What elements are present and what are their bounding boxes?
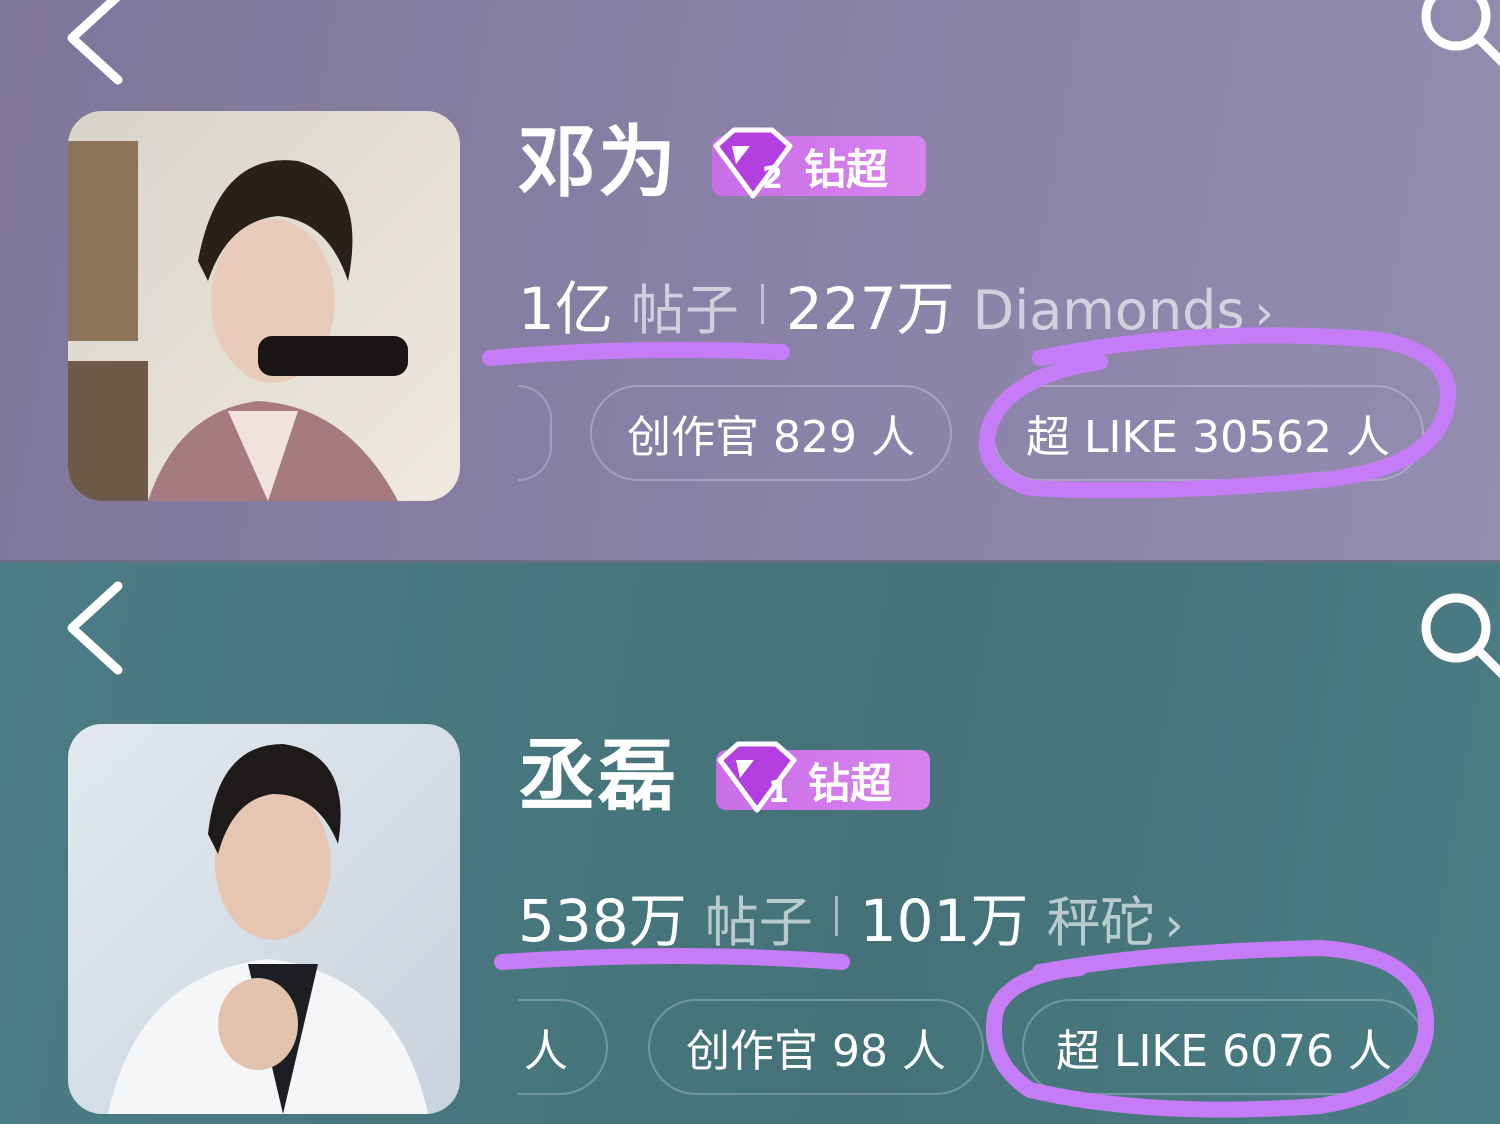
- chip-cutoff[interactable]: [518, 385, 552, 481]
- fans-label[interactable]: Diamonds: [973, 279, 1245, 342]
- stats-row: 1亿 帖子 227万 Diamonds ›: [518, 262, 1274, 346]
- chip-cutoff[interactable]: 人: [518, 999, 608, 1095]
- badge-label: 钻超: [808, 758, 893, 808]
- stat-divider: [760, 284, 764, 324]
- posts-label: 帖子: [704, 891, 813, 954]
- level-badge[interactable]: 1 钻超: [716, 741, 930, 813]
- badge-label: 钻超: [804, 144, 889, 194]
- fans-count[interactable]: 101万: [860, 874, 1029, 958]
- badge-level: 2: [762, 161, 783, 196]
- super-like-chip[interactable]: 超 LIKE 6076 人: [1022, 999, 1426, 1095]
- search-icon[interactable]: [1412, 584, 1500, 684]
- topic-name: 邓为: [518, 118, 679, 208]
- chevron-right-icon[interactable]: ›: [1255, 285, 1274, 341]
- diamond-gem-icon: 1: [717, 741, 797, 813]
- panel-divider: [0, 560, 1500, 563]
- stat-divider: [834, 896, 838, 936]
- avatar[interactable]: [68, 724, 460, 1114]
- chevron-right-icon[interactable]: ›: [1164, 897, 1183, 953]
- stats-row: 538万 帖子 101万 秤砣 ›: [518, 874, 1184, 958]
- badge-level: 1: [768, 775, 789, 810]
- creator-chip[interactable]: 创作官 829 人: [590, 385, 952, 481]
- diamond-gem-icon: 2: [713, 127, 793, 199]
- search-icon[interactable]: [1412, 0, 1500, 72]
- posts-count: 538万: [518, 887, 687, 955]
- posts-label: 帖子: [630, 279, 739, 342]
- fans-count[interactable]: 227万: [786, 262, 955, 346]
- supertopic-header-top: 邓为 2 钻超 1亿 帖子 227万 Diamonds › 创作官 829 人 …: [0, 0, 1500, 562]
- back-icon[interactable]: [62, 0, 132, 98]
- level-badge[interactable]: 2 钻超: [712, 127, 926, 199]
- supertopic-header-bottom: 丞磊 1 钻超 538万 帖子 101万 秤砣 › 人 创作官 98 人 超 L…: [0, 562, 1500, 1124]
- fans-label[interactable]: 秤砣: [1046, 878, 1154, 957]
- super-like-chip[interactable]: 超 LIKE 30562 人: [992, 385, 1424, 481]
- avatar[interactable]: [68, 111, 460, 501]
- topic-name: 丞磊: [518, 732, 679, 822]
- back-icon[interactable]: [62, 578, 132, 688]
- posts-count: 1亿: [518, 275, 613, 343]
- creator-chip[interactable]: 创作官 98 人: [648, 999, 984, 1095]
